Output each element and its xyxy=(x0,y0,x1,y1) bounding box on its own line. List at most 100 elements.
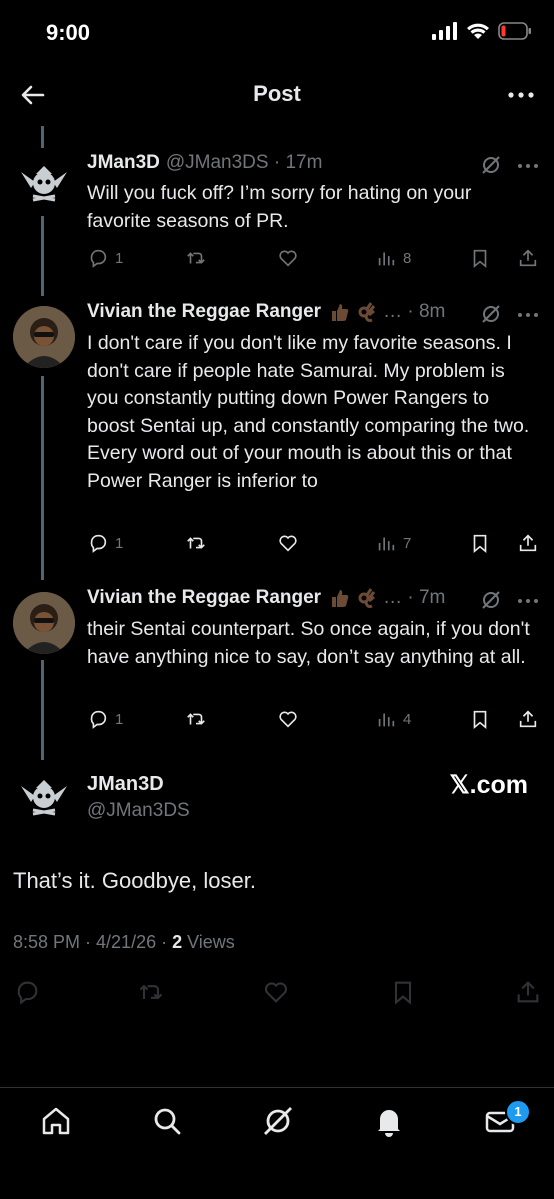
views-button[interactable]: 4 xyxy=(375,708,411,730)
retweet-button[interactable] xyxy=(185,708,207,730)
author-name[interactable]: Vivian the Reggae Ranger xyxy=(87,301,321,323)
nav-home[interactable] xyxy=(38,1103,74,1139)
share-button[interactable] xyxy=(517,708,539,730)
heart-icon xyxy=(279,711,297,728)
thread-line xyxy=(41,216,44,296)
retweet-button[interactable] xyxy=(185,532,207,554)
retweet-icon xyxy=(139,984,163,1000)
x-com-watermark: 𝕏.com xyxy=(449,771,529,799)
bookmark-icon xyxy=(473,534,487,554)
share-button[interactable] xyxy=(517,247,539,269)
heart-icon xyxy=(264,982,288,1003)
reply-icon xyxy=(90,534,107,553)
reply-count: 1 xyxy=(115,249,124,267)
jman3d-logo-icon xyxy=(21,780,67,816)
retweet-button[interactable] xyxy=(137,978,165,1006)
bookmark-icon xyxy=(394,981,412,1005)
view-count: 7 xyxy=(403,534,412,552)
bookmark-button[interactable] xyxy=(389,978,417,1006)
reply-icon xyxy=(90,249,107,268)
like-button[interactable] xyxy=(262,978,290,1006)
search-icon xyxy=(154,1108,181,1135)
tweet-actions: 1 7 xyxy=(87,532,540,558)
author-name[interactable]: JMan3D xyxy=(87,773,164,796)
share-button[interactable] xyxy=(514,978,542,1006)
avatar[interactable] xyxy=(13,306,75,368)
reply-count: 1 xyxy=(115,534,124,552)
bottom-nav-divider xyxy=(0,1087,554,1088)
reply-icon xyxy=(90,710,107,729)
like-button[interactable] xyxy=(277,247,299,269)
avatar-image xyxy=(13,306,75,368)
tweet-text: I don't care if you don't like my favori… xyxy=(87,332,530,492)
retweet-icon xyxy=(187,252,205,264)
avatar[interactable] xyxy=(13,766,75,828)
more-icon[interactable] xyxy=(516,591,540,611)
thread-line xyxy=(41,660,44,760)
analytics-icon xyxy=(378,252,395,266)
reply-button[interactable]: 1 xyxy=(87,247,123,269)
share-icon xyxy=(517,981,539,1003)
tweet-text: Will you fuck off? I’m sorry for hating … xyxy=(87,182,472,232)
nav-notifications[interactable] xyxy=(371,1103,407,1139)
share-icon xyxy=(519,710,537,728)
bookmark-button[interactable] xyxy=(469,532,491,554)
bookmark-icon xyxy=(473,710,487,730)
thumbs-up-icon xyxy=(329,587,351,609)
ok-hand-icon xyxy=(355,301,377,323)
reply-button[interactable]: 1 xyxy=(87,532,123,554)
grok-icon xyxy=(264,1107,292,1135)
avatar[interactable] xyxy=(13,152,75,214)
status-time: 9:00 xyxy=(46,20,91,45)
author-meta: … · 7m xyxy=(383,587,446,608)
bookmark-button[interactable] xyxy=(469,247,491,269)
tweet-actions: 1 4 xyxy=(87,708,540,734)
tweet-header: Vivian the Reggae Ranger … · 8m xyxy=(87,301,540,323)
reply-icon xyxy=(17,981,38,1005)
views-button[interactable]: 7 xyxy=(375,532,411,554)
thumbs-up-icon xyxy=(329,301,351,323)
jman3d-logo-icon xyxy=(21,166,67,202)
nav-grok[interactable] xyxy=(260,1103,296,1139)
more-icon[interactable] xyxy=(516,305,540,325)
share-icon xyxy=(519,249,537,267)
reply-count: 1 xyxy=(115,710,124,728)
bookmark-button[interactable] xyxy=(469,708,491,730)
analytics-icon xyxy=(378,537,395,551)
views-count: 2 xyxy=(172,932,183,952)
post-timestamp: 8:58 PM · 4/21/26 · xyxy=(13,932,173,952)
grok-icon[interactable] xyxy=(480,154,502,176)
grok-icon[interactable] xyxy=(480,303,502,325)
views-button[interactable]: 8 xyxy=(375,247,411,269)
grok-icon[interactable] xyxy=(480,589,502,611)
messages-badge: 1 xyxy=(505,1099,531,1125)
nav-search[interactable] xyxy=(149,1103,185,1139)
author-name[interactable]: JMan3D xyxy=(87,152,160,174)
thread-line xyxy=(41,126,44,148)
more-icon xyxy=(508,92,534,98)
avatar[interactable] xyxy=(13,592,75,654)
signal-icon xyxy=(432,22,457,40)
reply-button[interactable]: 1 xyxy=(87,708,123,730)
retweet-button[interactable] xyxy=(185,247,207,269)
like-button[interactable] xyxy=(277,708,299,730)
avatar-image xyxy=(13,592,75,654)
wifi-icon xyxy=(467,23,489,39)
home-icon xyxy=(42,1107,70,1135)
ok-hand-icon xyxy=(355,587,377,609)
analytics-icon xyxy=(378,713,395,727)
author-handle[interactable]: @JMan3DS xyxy=(87,800,190,822)
share-button[interactable] xyxy=(517,532,539,554)
view-count: 8 xyxy=(403,249,412,267)
reply-button[interactable] xyxy=(13,978,41,1006)
view-count: 4 xyxy=(403,710,412,728)
like-button[interactable] xyxy=(277,532,299,554)
bookmark-icon xyxy=(473,249,487,269)
more-options-button[interactable] xyxy=(506,80,536,110)
more-icon[interactable] xyxy=(516,156,540,176)
post-meta: 8:58 PM · 4/21/26 · 2 Views xyxy=(13,932,235,953)
author-name[interactable]: Vivian the Reggae Ranger xyxy=(87,587,321,609)
share-icon xyxy=(519,534,537,552)
author-meta: @JMan3DS · 17m xyxy=(165,152,323,173)
heart-icon xyxy=(279,250,297,267)
